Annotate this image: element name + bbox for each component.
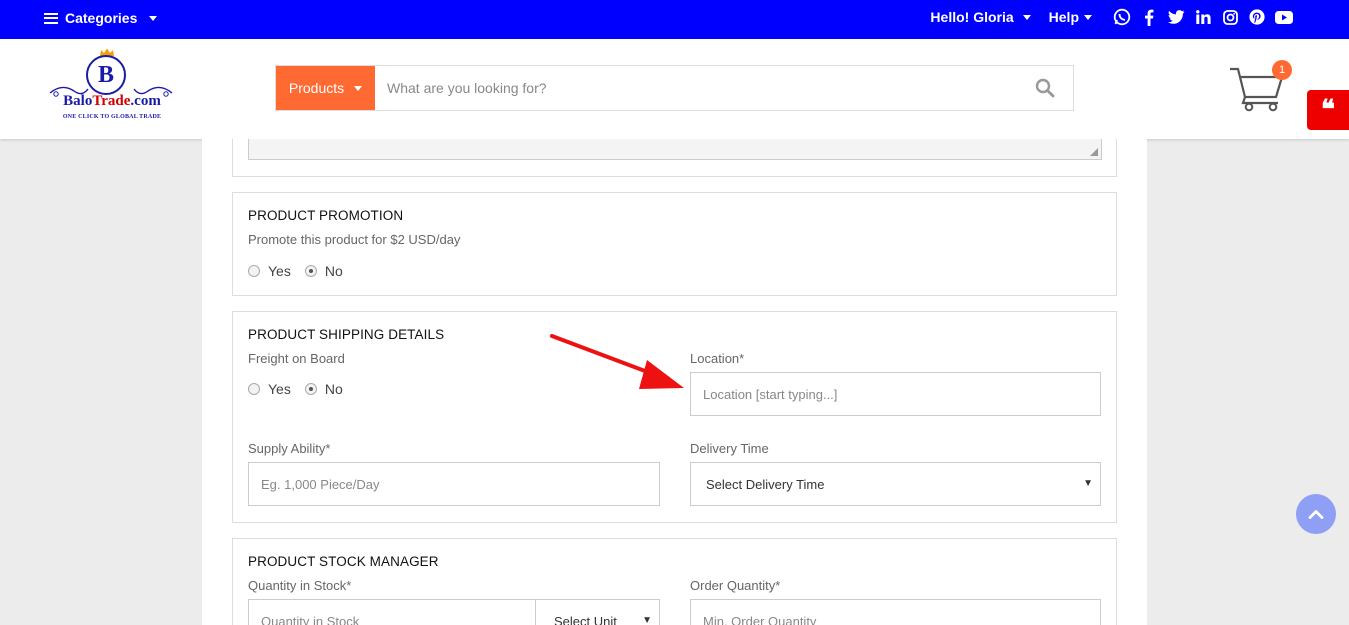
logo-letter: B [97, 61, 114, 88]
stock-panel: PRODUCT STOCK MANAGER Quantity in Stock*… [232, 538, 1117, 625]
delivery-time-label: Delivery Time [690, 441, 769, 456]
caret-down-icon [1084, 14, 1092, 20]
quantity-placeholder: Quantity in Stock [261, 613, 360, 625]
hamburger-icon [44, 12, 58, 24]
user-menu[interactable]: Hello! Gloria [930, 9, 1031, 25]
delivery-time-select[interactable]: Select Delivery Time ▼ [690, 462, 1101, 506]
unit-value: Select Unit [554, 613, 617, 625]
search-input[interactable] [375, 66, 1025, 110]
fob-yes-label: Yes [268, 381, 291, 397]
supply-ability-input[interactable]: Eg. 1,000 Piece/Day [248, 462, 660, 506]
search-category-label: Products [288, 80, 345, 96]
cart-button[interactable]: 1 [1228, 60, 1292, 113]
fob-label: Freight on Board [248, 351, 345, 366]
promotion-title: PRODUCT PROMOTION [248, 208, 404, 223]
promotion-yes-radio[interactable] [248, 265, 260, 277]
site-header: B BaloTrade.com ONE CLICK TO GLOBAL TRAD… [0, 39, 1349, 139]
caret-down-icon [354, 85, 363, 91]
categories-menu[interactable]: Categories [44, 10, 158, 26]
youtube-icon[interactable] [1275, 8, 1293, 26]
unit-select[interactable]: Select Unit ▼ [535, 599, 660, 625]
promotion-panel: PRODUCT PROMOTION Promote this product f… [232, 192, 1117, 296]
shipping-title: PRODUCT SHIPPING DETAILS [248, 327, 445, 342]
promotion-no-radio[interactable] [304, 265, 317, 277]
delivery-time-value: Select Delivery Time [706, 476, 825, 492]
fob-radio-group: Yes No [248, 381, 357, 397]
top-bar: Categories Hello! Gloria Help [0, 0, 1349, 39]
promotion-radio-group: Yes No [248, 263, 357, 279]
linkedin-icon[interactable] [1194, 8, 1212, 26]
logo-name-part1: Balo [63, 93, 93, 109]
description-panel [232, 139, 1117, 177]
caret-down-icon [1022, 14, 1031, 20]
greeting: Hello! Gloria [930, 9, 1014, 25]
whatsapp-icon[interactable] [1113, 8, 1131, 26]
quote-tab[interactable]: ❝ [1307, 90, 1349, 130]
help-menu[interactable]: Help [1049, 9, 1092, 25]
logo-tagline: ONE CLICK TO GLOBAL TRADE [62, 114, 162, 120]
dropdown-arrow-icon: ▼ [642, 615, 652, 625]
search-category-dropdown[interactable]: Products [276, 66, 375, 110]
chevron-up-icon [1308, 510, 1324, 519]
instagram-icon[interactable] [1221, 8, 1239, 26]
logo[interactable]: B BaloTrade.com ONE CLICK TO GLOBAL TRAD… [48, 48, 174, 127]
quantity-label: Quantity in Stock* [248, 578, 352, 593]
twitter-icon[interactable] [1167, 8, 1185, 26]
logo-name-part2: Trade [92, 93, 131, 109]
logo-name-part3: .com [130, 93, 161, 109]
logo-emblem: B [86, 55, 126, 95]
stock-title: PRODUCT STOCK MANAGER [248, 554, 439, 569]
annotation-arrow-icon [550, 334, 684, 389]
fob-no-radio[interactable] [304, 383, 317, 395]
fob-yes-radio[interactable] [248, 383, 260, 395]
promotion-subtitle: Promote this product for $2 USD/day [248, 232, 461, 247]
quantity-input[interactable]: Quantity in Stock [248, 599, 536, 625]
caret-down-icon [149, 15, 158, 21]
search-icon[interactable] [1035, 78, 1055, 98]
description-textarea[interactable] [248, 139, 1102, 160]
promotion-yes-label: Yes [268, 263, 291, 279]
facebook-icon[interactable] [1140, 8, 1158, 26]
order-quantity-placeholder: Min. Order Quantity [703, 613, 817, 625]
location-placeholder: Location [start typing...] [703, 386, 838, 402]
search-bar: Products [275, 65, 1074, 111]
location-label: Location* [690, 351, 745, 366]
supply-ability-label: Supply Ability* [248, 441, 331, 456]
back-to-top-button[interactable] [1296, 494, 1336, 534]
pinterest-icon[interactable] [1248, 8, 1266, 26]
logo-name: BaloTrade.com [52, 93, 172, 110]
help-label: Help [1048, 9, 1079, 25]
top-bar-right: Hello! Gloria Help [930, 8, 1293, 26]
order-quantity-input[interactable]: Min. Order Quantity [690, 599, 1101, 625]
categories-label: Categories [65, 10, 138, 26]
dropdown-arrow-icon: ▼ [1083, 478, 1093, 489]
order-quantity-label: Order Quantity* [690, 578, 781, 593]
location-input[interactable]: Location [start typing...] [690, 372, 1101, 416]
fob-no-label: No [324, 381, 343, 397]
resize-grip-icon[interactable] [1090, 148, 1098, 156]
quote-icon: ❝ [1321, 95, 1335, 125]
cart-count-badge: 1 [1272, 60, 1292, 80]
promotion-no-label: No [324, 263, 343, 279]
supply-ability-placeholder: Eg. 1,000 Piece/Day [261, 476, 380, 492]
